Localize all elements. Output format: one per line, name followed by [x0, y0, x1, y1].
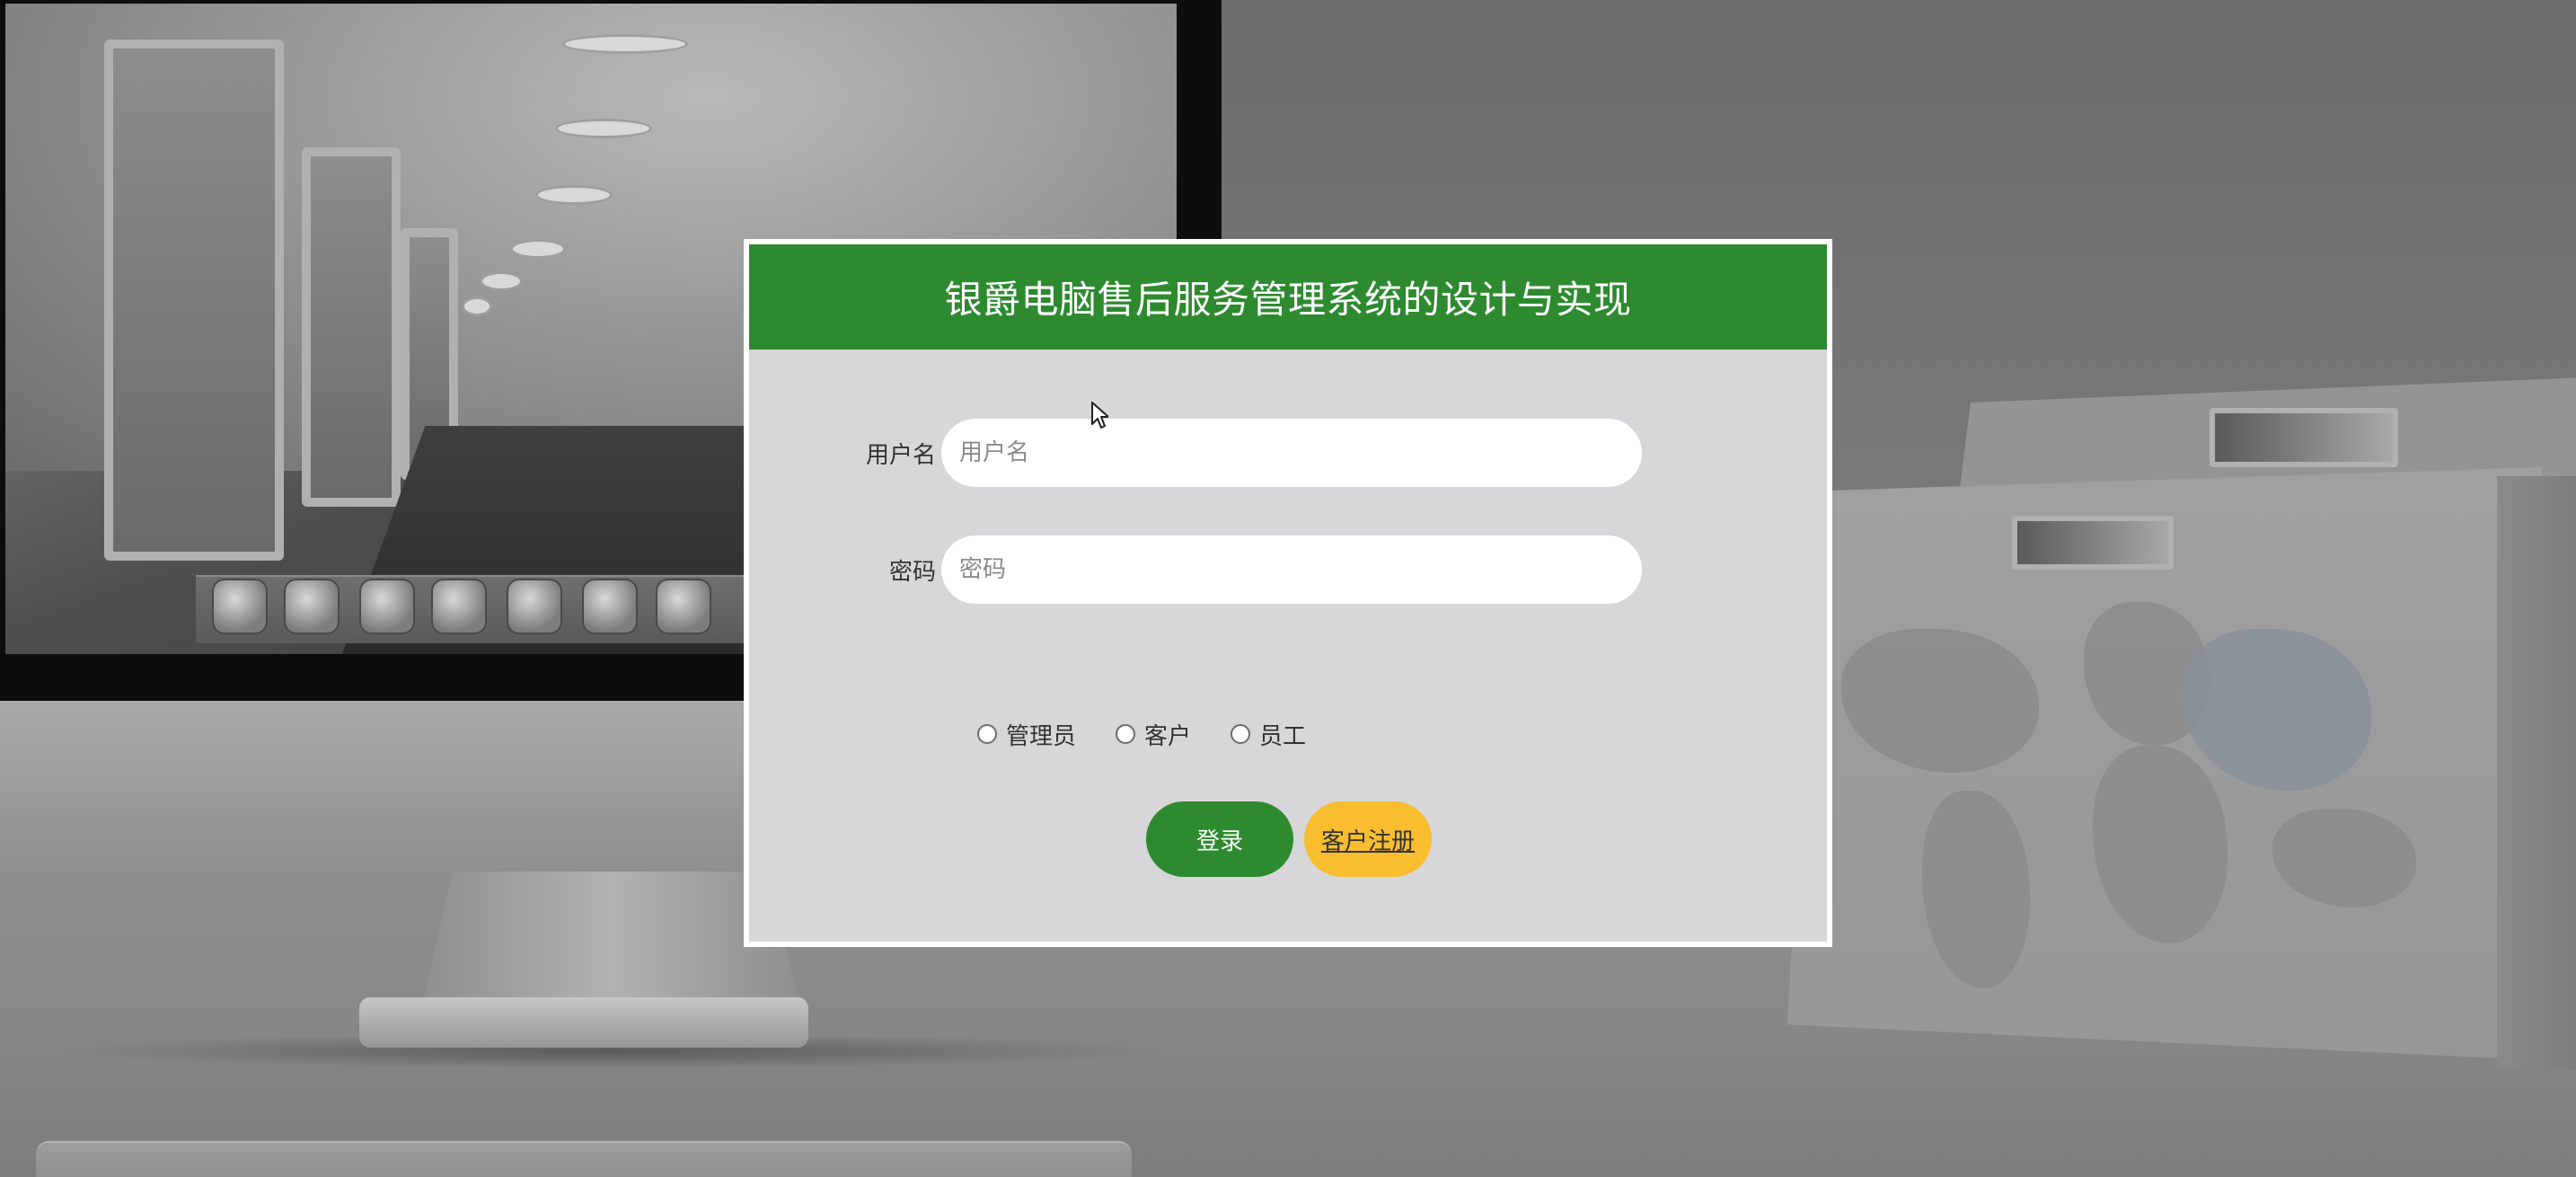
finder-icon — [359, 579, 415, 634]
ceiling-light — [462, 296, 492, 316]
mouse-pointer-icon — [1091, 402, 1108, 429]
role-label: 管理员 — [1006, 722, 1077, 750]
role-option-customer[interactable]: 客户 — [1116, 718, 1191, 751]
corridor-window — [104, 40, 284, 561]
map-continent — [2093, 746, 2228, 943]
login-header: 银爵电脑售后服务管理系统的设计与实现 — [749, 244, 1827, 350]
map-continent — [1922, 791, 2030, 988]
word-icon — [507, 579, 562, 634]
bag-handle — [2012, 516, 2174, 570]
ceiling-light — [510, 239, 566, 259]
role-option-staff[interactable]: 员工 — [1231, 718, 1306, 751]
play-icon — [656, 579, 711, 634]
password-label: 密码 — [888, 558, 936, 586]
role-option-admin[interactable]: 管理员 — [977, 718, 1076, 751]
bag-handle — [2210, 408, 2398, 467]
username-input[interactable] — [941, 419, 1642, 487]
messenger-icon — [431, 579, 487, 634]
password-input[interactable] — [941, 535, 1642, 604]
map-continent-highlight — [2183, 629, 2371, 791]
ceiling-light — [480, 271, 523, 291]
role-label: 客户 — [1144, 722, 1192, 750]
radio-button[interactable] — [1231, 724, 1251, 744]
password-row: 密码 — [749, 535, 1827, 604]
register-button[interactable]: 客户注册 — [1304, 801, 1432, 877]
corridor-window — [302, 147, 401, 507]
ceiling-light — [535, 185, 613, 205]
map-continent — [1841, 629, 2039, 773]
radio-button[interactable] — [977, 724, 997, 744]
username-row: 用户名 — [749, 419, 1827, 487]
imac-icon — [212, 579, 268, 634]
login-panel: 银爵电脑售后服务管理系统的设计与实现 用户名 密码 管理员 客户 员工 登录 客… — [744, 239, 1832, 947]
username-label: 用户名 — [865, 441, 936, 469]
role-label: 员工 — [1259, 722, 1307, 750]
radio-button[interactable] — [1116, 724, 1136, 744]
page-title: 银爵电脑售后服务管理系统的设计与实现 — [944, 278, 1632, 322]
monitor-stand-base — [359, 997, 808, 1048]
role-selector: 管理员 客户 员工 — [977, 716, 1345, 752]
ceiling-light — [555, 119, 652, 138]
map-continent — [2272, 809, 2416, 907]
keyboard — [36, 1141, 1132, 1177]
globe-icon — [582, 579, 638, 634]
login-button[interactable]: 登录 — [1146, 801, 1293, 877]
ceiling-light — [562, 34, 688, 54]
bag-side — [2497, 476, 2576, 1069]
monitor-stand — [422, 872, 799, 1006]
ie-icon — [284, 579, 340, 634]
